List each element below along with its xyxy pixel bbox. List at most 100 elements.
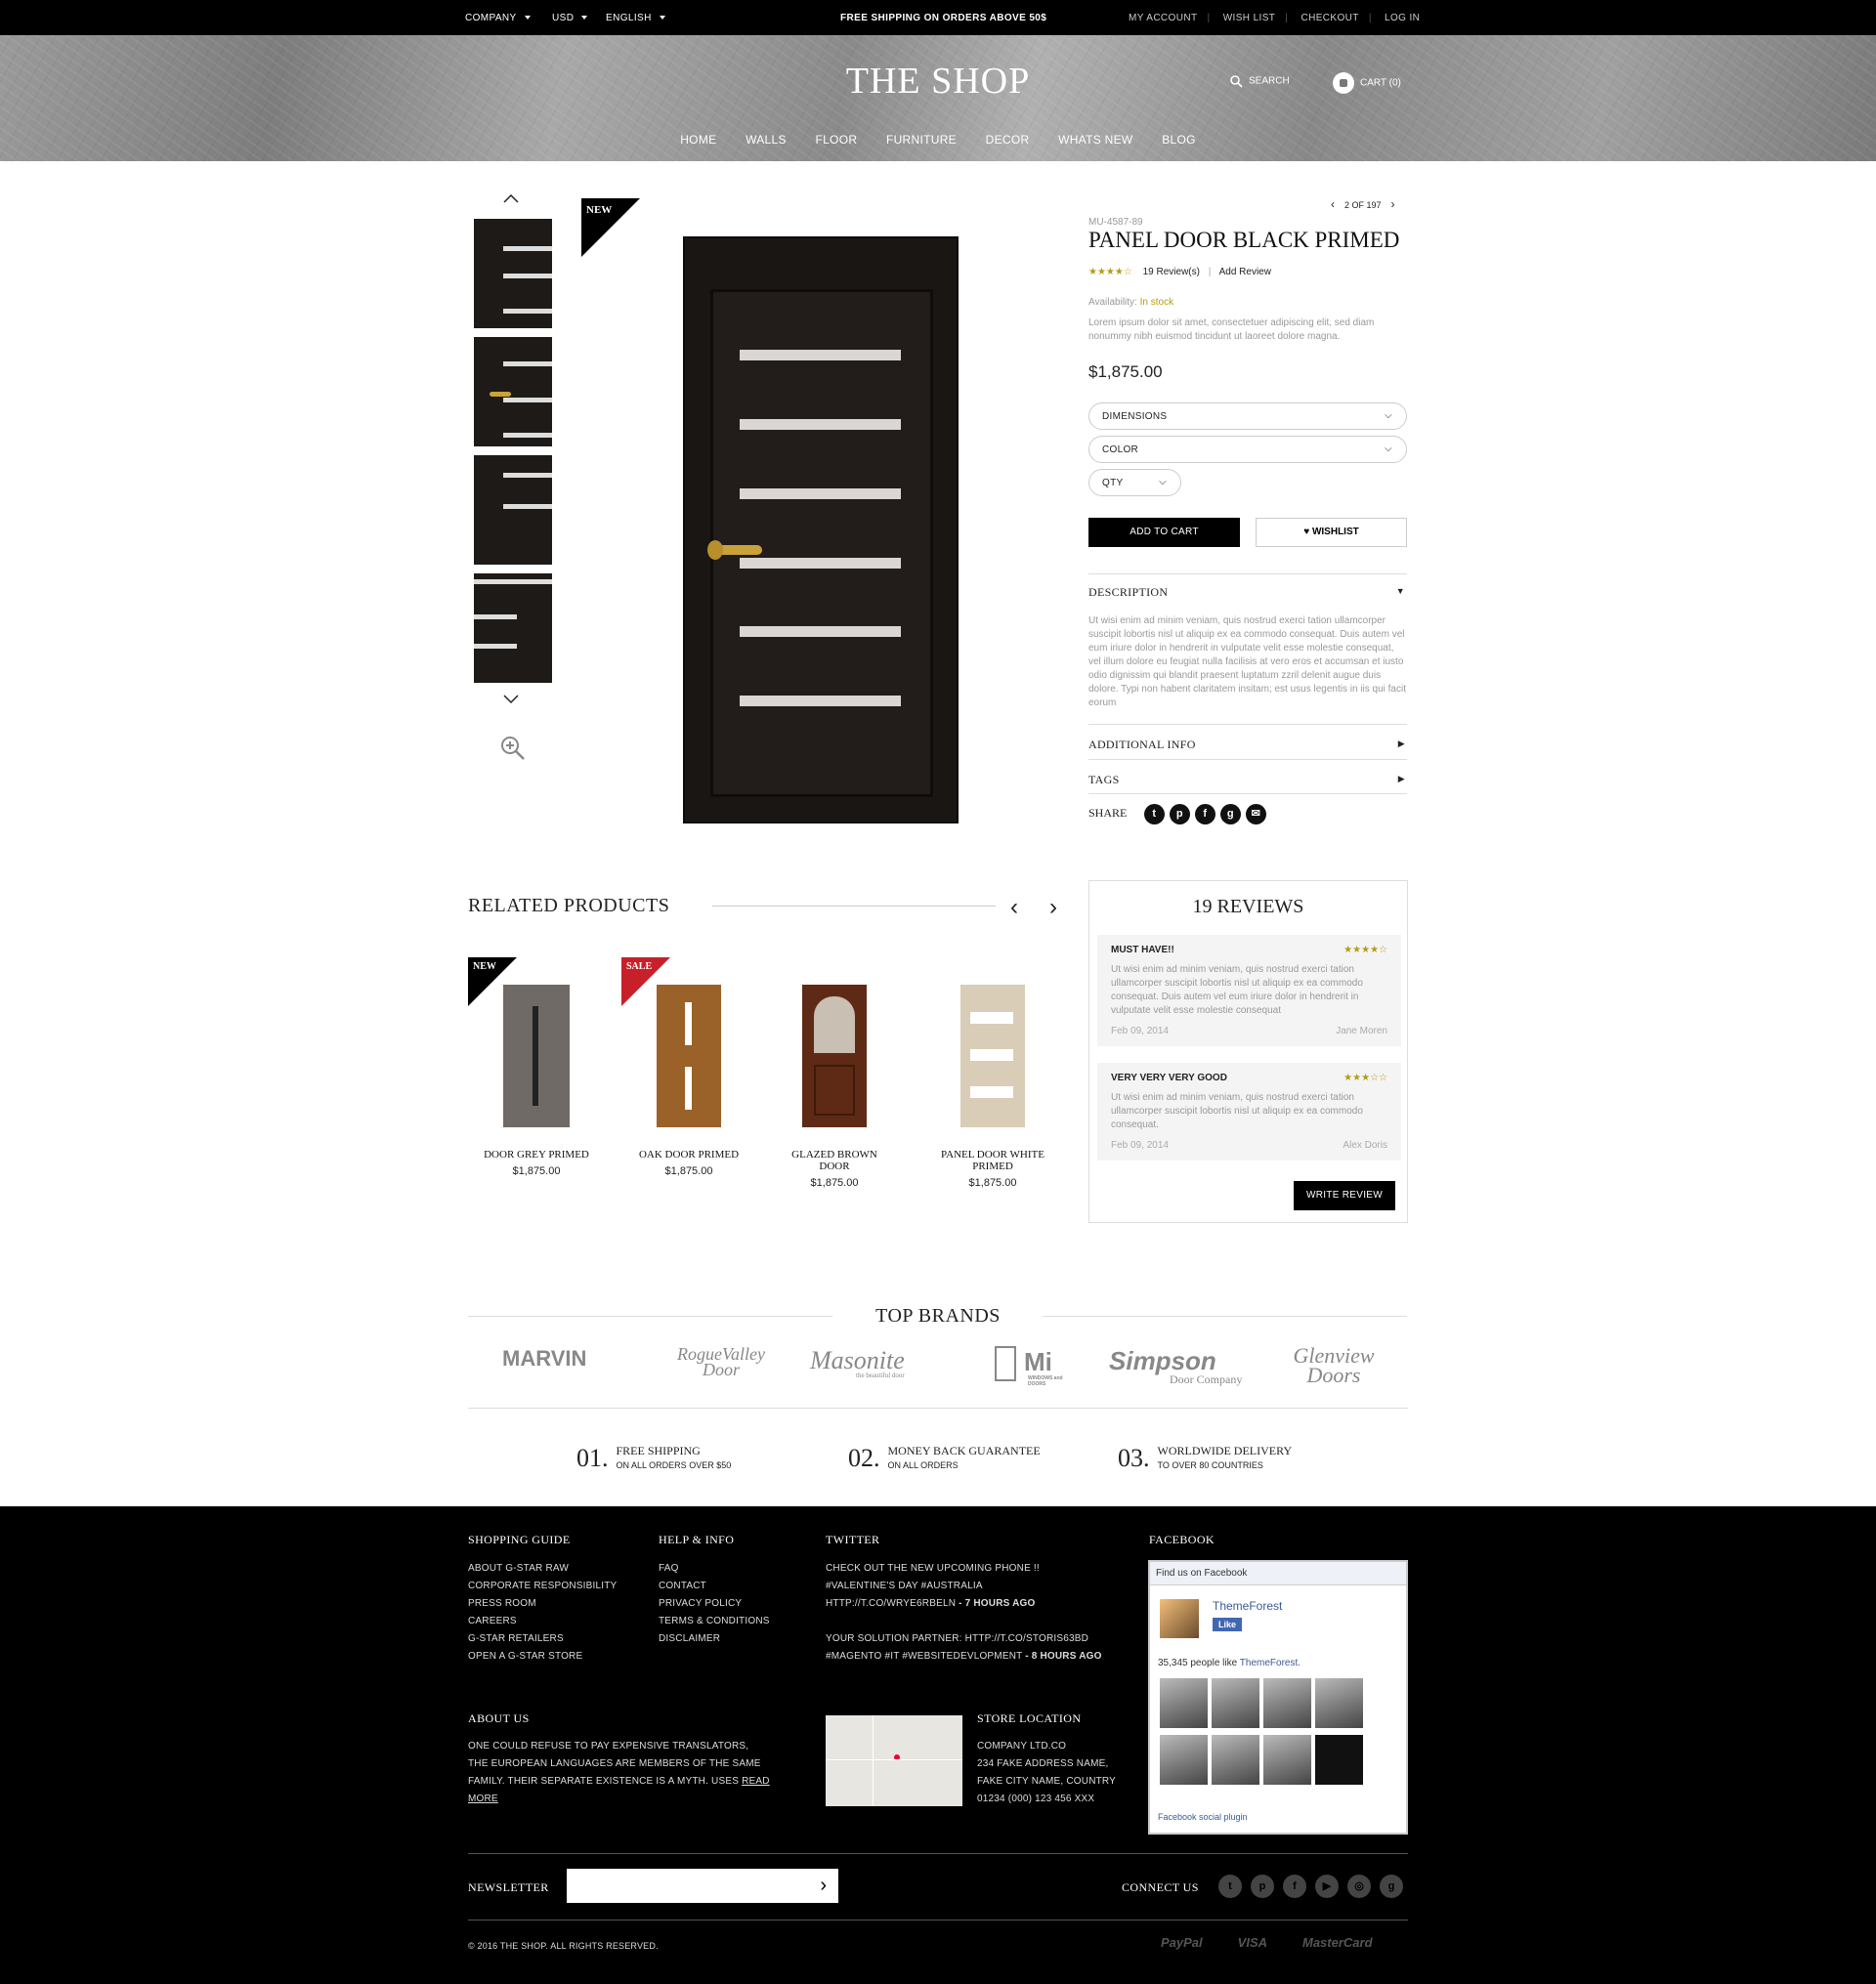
brand-glenview[interactable]: Glenview Doors (1275, 1345, 1392, 1386)
description-accordion[interactable]: DESCRIPTION ▼ (1088, 573, 1407, 599)
product-name: PANEL DOOR WHITE PRIMED (941, 1149, 1045, 1172)
newsletter-title: NEWSLETTER (468, 1880, 549, 1894)
footer-link[interactable]: DISCLAIMER (659, 1630, 770, 1648)
store-map[interactable] (826, 1715, 962, 1806)
cart-button[interactable]: CART (0) (1333, 72, 1401, 94)
fb-page-link[interactable]: ThemeForest (1213, 1599, 1282, 1613)
related-product-card[interactable]: PANEL DOOR WHITE PRIMED $1,875.00 (934, 985, 1051, 1189)
add-review-link[interactable]: Add Review (1219, 267, 1271, 277)
wishlist-button[interactable]: ♥ WISHLIST (1256, 518, 1407, 547)
footer-link[interactable]: ABOUT G-STAR RAW (468, 1560, 617, 1578)
product-name: OAK DOOR PRIMED (638, 1149, 740, 1161)
thumbnail[interactable] (474, 219, 552, 328)
site-logo[interactable]: THE SHOP (0, 60, 1876, 103)
google-plus-icon[interactable]: g (1380, 1875, 1403, 1898)
fb-like-button[interactable]: Like (1213, 1618, 1243, 1631)
next-product-button[interactable]: › (1391, 197, 1395, 211)
wish-list-link[interactable]: WISH LIST (1223, 13, 1276, 23)
twitter-icon[interactable]: t (1143, 804, 1165, 824)
additional-info-accordion[interactable]: ADDITIONAL INFO ▶ (1088, 724, 1407, 759)
brand-simpson[interactable]: Simpson Door Company (1109, 1346, 1242, 1387)
fb-plugin-link[interactable]: Facebook social plugin (1158, 1812, 1248, 1822)
related-next-button[interactable]: › (1049, 894, 1057, 921)
google-plus-icon[interactable]: g (1219, 804, 1241, 824)
youtube-icon[interactable]: ▶ (1315, 1875, 1339, 1898)
related-product-card[interactable]: DOOR GREY PRIMED $1,875.00 (478, 985, 595, 1177)
related-prev-button[interactable]: ‹ (1010, 894, 1018, 921)
brand-marvin[interactable]: MARVIN (502, 1346, 586, 1372)
facebook-icon[interactable]: f (1194, 804, 1215, 824)
footer-link[interactable]: PRIVACY POLICY (659, 1595, 770, 1613)
tweet: YOUR SOLUTION PARTNER: HTTP://T.CO/STORI… (826, 1633, 1102, 1662)
footer-link[interactable]: CAREERS (468, 1613, 617, 1630)
rating-row: ★★★★☆ 19 Review(s) | Add Review (1088, 267, 1271, 277)
nav-walls[interactable]: WALLS (746, 133, 787, 147)
review-date: Feb 09, 2014 (1111, 1140, 1169, 1151)
main-product-image[interactable] (683, 236, 959, 823)
brand-rogue-valley[interactable]: RogueValley Door (667, 1345, 775, 1378)
twitter-icon[interactable]: t (1218, 1875, 1242, 1898)
pinterest-icon[interactable]: p (1251, 1875, 1274, 1898)
newsletter-submit-arrow-icon[interactable]: › (820, 1875, 827, 1897)
prev-product-button[interactable]: ‹ (1331, 197, 1335, 211)
review-count-link[interactable]: 19 Review(s) (1143, 267, 1200, 277)
color-select[interactable]: COLOR ⌵ (1088, 436, 1407, 463)
star-rating: ★★★★☆ (1088, 267, 1132, 277)
brand-masonite[interactable]: Masonite the beautiful door (810, 1346, 905, 1379)
tags-accordion[interactable]: TAGS ▶ (1088, 759, 1407, 794)
footer-link[interactable]: CORPORATE RESPONSIBILITY (468, 1578, 617, 1595)
qty-select[interactable]: QTY ⌵ (1088, 469, 1181, 496)
footer-link[interactable]: G-STAR RETAILERS (468, 1630, 617, 1648)
search-icon (1230, 75, 1243, 88)
thumbnail[interactable] (474, 337, 552, 446)
product-sku: MU-4587-89 (1088, 217, 1143, 228)
search-button[interactable]: SEARCH (1229, 74, 1290, 88)
product-title: PANEL DOOR BLACK PRIMED (1088, 228, 1400, 252)
footer-link[interactable]: CONTACT (659, 1578, 770, 1595)
pinterest-icon[interactable]: p (1169, 804, 1190, 824)
footer-link[interactable]: TERMS & CONDITIONS (659, 1613, 770, 1630)
footer-link[interactable]: FAQ (659, 1560, 770, 1578)
related-products-title: RELATED PRODUCTS (468, 895, 670, 916)
twitter-title: TWITTER (826, 1533, 880, 1546)
company-dropdown[interactable]: COMPANY (465, 13, 531, 23)
thumb-down-arrow[interactable] (503, 692, 519, 709)
nav-decor[interactable]: DECOR (986, 133, 1030, 147)
thumbnail[interactable] (474, 455, 552, 565)
my-account-link[interactable]: MY ACCOUNT (1129, 13, 1198, 23)
login-link[interactable]: LOG IN (1385, 13, 1420, 23)
email-icon[interactable]: ✉ (1245, 804, 1266, 824)
brand-mi[interactable]: Mi WINDOWS and DOORS (995, 1346, 1067, 1387)
footer-link[interactable]: PRESS ROOM (468, 1595, 617, 1613)
thumbnail[interactable] (474, 573, 552, 683)
nav-whats-new[interactable]: WHATS NEW (1058, 133, 1132, 147)
help-info-list: FAQ CONTACT PRIVACY POLICY TERMS & CONDITIO… (659, 1560, 770, 1648)
fb-header: Find us on Facebook (1150, 1562, 1406, 1585)
thumb-up-arrow[interactable] (503, 190, 519, 208)
add-to-cart-button[interactable]: ADD TO CART (1088, 518, 1240, 547)
related-product-card[interactable]: GLAZED BROWN DOOR $1,875.00 (776, 985, 893, 1189)
related-product-card[interactable]: OAK DOOR PRIMED $1,875.00 (630, 985, 747, 1177)
payment-logos: PayPal VISA MasterCard (1161, 1935, 1373, 1950)
nav-furniture[interactable]: FURNITURE (886, 133, 957, 147)
language-dropdown[interactable]: ENGLISH (606, 13, 665, 23)
dimensions-select[interactable]: DIMENSIONS ⌵ (1088, 402, 1407, 430)
currency-dropdown[interactable]: USD (552, 13, 588, 23)
review-stars: ★★★★☆ (1343, 945, 1387, 955)
top-bar: COMPANY USD ENGLISH FREE SHIPPING ON ORD… (0, 0, 1876, 35)
newsletter-input[interactable]: › (567, 1869, 838, 1903)
nav-blog[interactable]: BLOG (1162, 133, 1196, 147)
sale-badge: SALE (621, 957, 670, 1006)
nav-home[interactable]: HOME (680, 133, 716, 147)
zoom-button[interactable] (500, 736, 526, 766)
checkout-link[interactable]: CHECKOUT (1300, 13, 1358, 23)
instagram-icon[interactable]: ◎ (1347, 1875, 1371, 1898)
shipping-promo: FREE SHIPPING ON ORDERS ABOVE 50$ (840, 13, 1047, 23)
nav-floor[interactable]: FLOOR (815, 133, 857, 147)
feature-worldwide-delivery: 03. WORLDWIDE DELIVERY TO OVER 80 COUNTRIE… (1118, 1444, 1293, 1472)
facebook-icon[interactable]: f (1283, 1875, 1306, 1898)
write-review-button[interactable]: WRITE REVIEW (1294, 1181, 1395, 1210)
visa-logo: VISA (1237, 1935, 1267, 1950)
availability: Availability: In stock (1088, 297, 1174, 308)
footer-link[interactable]: OPEN A G-STAR STORE (468, 1648, 617, 1666)
